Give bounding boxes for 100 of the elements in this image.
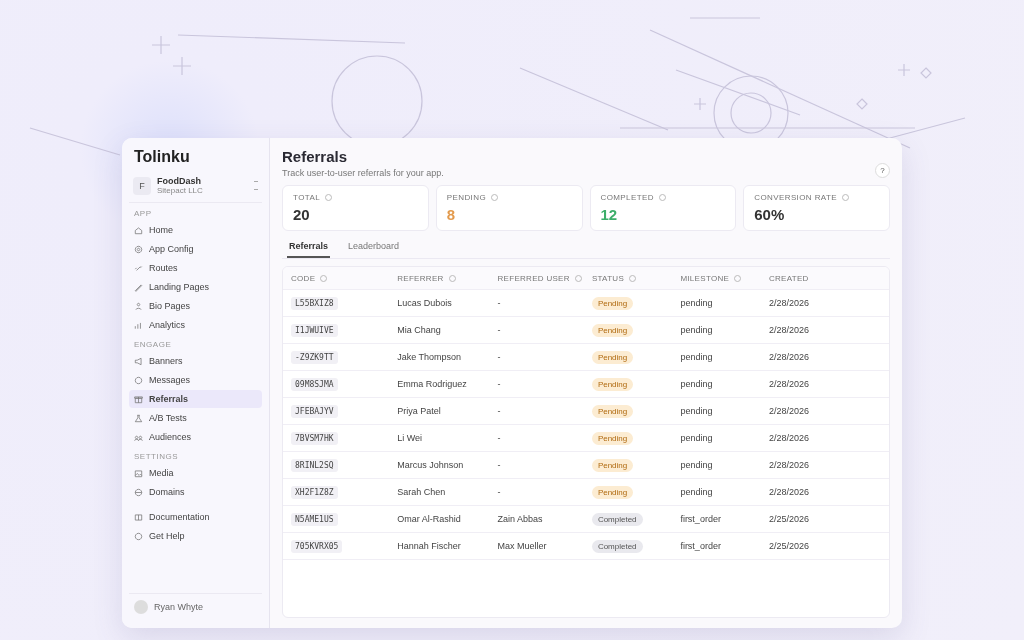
stat-value: 60% xyxy=(754,206,786,223)
referral-code: -Z9ZK9TT xyxy=(291,350,338,364)
workspace-switcher[interactable]: F FoodDash Sitepact LLC xyxy=(129,173,262,203)
table-cell-text: 2/28/2026 xyxy=(768,433,810,443)
table-cell-text: 2/25/2026 xyxy=(768,541,810,551)
book-icon xyxy=(134,512,143,522)
table-cell-text: pending xyxy=(680,460,714,470)
sidebar-item[interactable]: Bio Pages xyxy=(129,297,262,315)
user-menu[interactable]: Ryan Whyte xyxy=(129,593,262,620)
table-cell-text: Sarah Chen xyxy=(397,487,447,497)
sidebar-item[interactable]: Banners xyxy=(129,352,262,370)
table-cell-text: Li Wei xyxy=(397,433,424,443)
sidebar-item[interactable]: App Config xyxy=(129,240,262,258)
sidebar-item[interactable]: Routes xyxy=(129,259,262,277)
status-badge: Completed xyxy=(591,539,643,553)
bar-chart-icon xyxy=(134,320,143,330)
table-cell-text: 2/28/2026 xyxy=(768,460,810,470)
referral-code: XH2F1Z8Z xyxy=(291,485,338,499)
table-cell-text: Max Mueller xyxy=(497,541,548,551)
table-cell-text: pending xyxy=(680,487,714,497)
status-badge: Pending xyxy=(591,323,634,337)
status-badge: Pending xyxy=(591,350,634,364)
section-heading: SETTINGS xyxy=(133,451,179,463)
column-header: CODE xyxy=(291,273,316,283)
table-cell-text: Lucas Dubois xyxy=(397,298,453,308)
sidebar-item[interactable]: Get Help xyxy=(129,527,262,545)
table-cell-text: - xyxy=(497,433,502,443)
table-cell-text: - xyxy=(497,298,502,308)
pen-icon xyxy=(134,282,143,292)
section-heading: APP xyxy=(133,208,153,220)
table-cell-text: - xyxy=(497,325,502,335)
user-avatar xyxy=(134,600,148,614)
table-cell-text: first_order xyxy=(680,541,722,551)
sidebar-item[interactable]: Domains xyxy=(129,483,262,501)
column-header: REFERRER xyxy=(397,273,444,283)
table-cell-text: 2/28/2026 xyxy=(768,379,810,389)
table-cell-text: 2/28/2026 xyxy=(768,352,810,362)
referral-code: L55BXIZ8 xyxy=(291,296,338,310)
column-header: REFERRED USER xyxy=(497,273,570,283)
workspace-name: FoodDash xyxy=(157,176,202,186)
help-button[interactable]: ? xyxy=(875,163,890,178)
referral-code: 705KVRX05 xyxy=(291,539,343,553)
table-cell-text: 2/25/2026 xyxy=(768,514,810,524)
column-header: STATUS xyxy=(591,273,625,283)
status-badge: Pending xyxy=(591,458,634,472)
stat-label: PENDING xyxy=(446,193,486,202)
table-cell-text: pending xyxy=(680,433,714,443)
table-cell-text: 2/28/2026 xyxy=(768,487,810,497)
column-header: MILESTONE xyxy=(680,273,730,283)
tab[interactable]: Referrals xyxy=(287,238,331,258)
status-badge: Pending xyxy=(591,404,634,418)
sidebar-item[interactable]: Media xyxy=(129,464,262,482)
sidebar-item[interactable]: Referrals xyxy=(129,390,262,408)
status-badge: Pending xyxy=(591,377,634,391)
status-badge: Pending xyxy=(591,296,634,310)
megaphone-icon xyxy=(134,356,143,366)
stat-label: TOTAL xyxy=(293,193,321,202)
person-icon xyxy=(134,301,143,311)
image-icon xyxy=(134,468,143,478)
gift-icon xyxy=(134,394,143,404)
sidebar-item[interactable]: Landing Pages xyxy=(129,278,262,296)
sidebar-item[interactable]: Analytics xyxy=(129,316,262,334)
table-cell-text: pending xyxy=(680,325,714,335)
sidebar-item[interactable]: Home xyxy=(129,221,262,239)
sidebar-item[interactable]: Audiences xyxy=(129,428,262,446)
status-badge: Pending xyxy=(591,431,634,445)
logo: Tolinku xyxy=(133,147,191,167)
user-name: Ryan Whyte xyxy=(154,602,204,612)
sidebar-item[interactable]: Documentation xyxy=(129,508,262,526)
table-cell-text: Priya Patel xyxy=(397,406,442,416)
home-icon xyxy=(134,225,143,235)
table-cell-text: Omar Al-Rashid xyxy=(397,514,462,524)
table-cell-text: Marcus Johnson xyxy=(397,460,465,470)
globe-icon xyxy=(134,487,143,497)
table-cell-text: - xyxy=(497,379,502,389)
table-cell-text: 2/28/2026 xyxy=(768,298,810,308)
organization-name: Sitepact LLC xyxy=(157,186,204,195)
table-cell-text: pending xyxy=(680,298,714,308)
table-cell-text: Jake Thompson xyxy=(397,352,463,362)
table-cell-text: pending xyxy=(680,406,714,416)
stat-value: 20 xyxy=(293,206,311,223)
sidebar-item[interactable]: Messages xyxy=(129,371,262,389)
column-header: CREATED xyxy=(768,273,809,283)
table-cell-text: - xyxy=(497,487,502,497)
page-subtitle: Track user-to-user referrals for your app. xyxy=(282,168,444,178)
table-cell-text: - xyxy=(497,352,502,362)
stat-value: 12 xyxy=(600,206,619,223)
referral-code: 8RINL2SQ xyxy=(291,458,338,472)
table-cell-text: Emma Rodriguez xyxy=(397,379,468,389)
stat-label: COMPLETED xyxy=(600,193,654,202)
sidebar-item[interactable]: A/B Tests xyxy=(129,409,262,427)
tab[interactable]: Leaderboard xyxy=(346,238,402,258)
table-cell-text: - xyxy=(497,406,502,416)
table-cell-text: first_order xyxy=(680,514,722,524)
table-cell-text: Zain Abbas xyxy=(497,514,544,524)
page-title: Referrals xyxy=(282,148,349,165)
table-cell-text: - xyxy=(497,460,502,470)
table-cell-text: pending xyxy=(680,352,714,362)
referral-code: 09M8SJMA xyxy=(291,377,338,391)
referral-code: N5AME1US xyxy=(291,512,338,526)
